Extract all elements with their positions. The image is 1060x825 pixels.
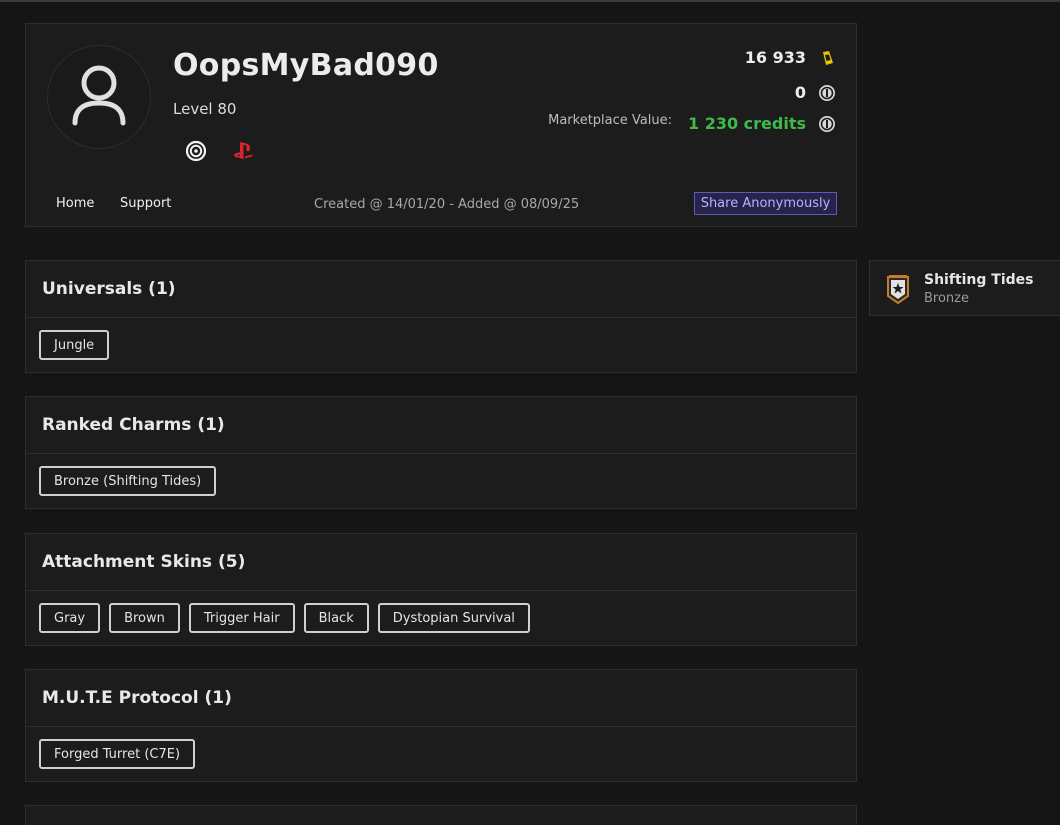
avatar — [47, 45, 151, 149]
r6-credits-icon — [819, 84, 835, 101]
renown-icon — [823, 50, 833, 65]
top-border — [0, 0, 1060, 2]
nav-home-link[interactable]: Home — [56, 196, 94, 211]
ubisoft-icon[interactable] — [185, 140, 207, 162]
item-chip[interactable]: Trigger Hair — [188, 603, 295, 633]
section-mute-protocol: M.U.T.E Protocol (1) Forged Turret (C7E) — [25, 669, 857, 782]
section-next-partial — [25, 805, 857, 825]
playstation-icon[interactable] — [232, 140, 254, 162]
marketplace-value: 1 230 credits — [687, 114, 806, 133]
section-title: Attachment Skins (5) — [26, 534, 856, 591]
r6-credits-icon — [819, 115, 835, 132]
section-ranked-charms: Ranked Charms (1) Bronze (Shifting Tides… — [25, 396, 857, 509]
user-icon — [72, 65, 126, 126]
item-chip[interactable]: Bronze (Shifting Tides) — [39, 466, 217, 496]
credits-stat: 0 — [795, 83, 836, 102]
username: OopsMyBad090 — [173, 48, 439, 83]
item-chip[interactable]: Brown — [109, 603, 180, 633]
profile-card: OopsMyBad090 Level 80 16 933 0 Marketpla… — [25, 23, 857, 227]
player-level: Level 80 — [173, 100, 237, 118]
section-title: Ranked Charms (1) — [26, 397, 856, 454]
renown-stat: 16 933 — [745, 48, 836, 67]
item-chip[interactable]: Dystopian Survival — [377, 603, 530, 633]
bronze-rank-icon — [887, 275, 909, 304]
marketplace-label: Marketplace Value: — [548, 113, 672, 128]
section-universals: Universals (1) Jungle — [25, 260, 857, 373]
section-title: Universals (1) — [26, 261, 856, 318]
account-dates: Created @ 14/01/20 - Added @ 08/09/25 — [314, 197, 580, 212]
renown-value: 16 933 — [744, 48, 806, 67]
item-chip[interactable]: Gray — [39, 603, 101, 633]
rank-season: Shifting Tides — [924, 272, 1034, 288]
nav-support-link[interactable]: Support — [120, 196, 171, 211]
item-chip[interactable]: Black — [303, 603, 369, 633]
item-chip[interactable]: Jungle — [39, 330, 110, 360]
section-attachment-skins: Attachment Skins (5) Gray Brown Trigger … — [25, 533, 857, 646]
marketplace-stat: Marketplace Value: 1 230 credits — [548, 113, 836, 133]
item-chip[interactable]: Forged Turret (C7E) — [39, 739, 196, 769]
share-anonymously-button[interactable]: Share Anonymously — [694, 192, 837, 215]
rank-card[interactable]: Shifting Tides Bronze — [869, 260, 1060, 316]
credits-value: 0 — [794, 83, 806, 102]
section-title: M.U.T.E Protocol (1) — [26, 670, 856, 727]
rank-tier: Bronze — [924, 291, 969, 306]
